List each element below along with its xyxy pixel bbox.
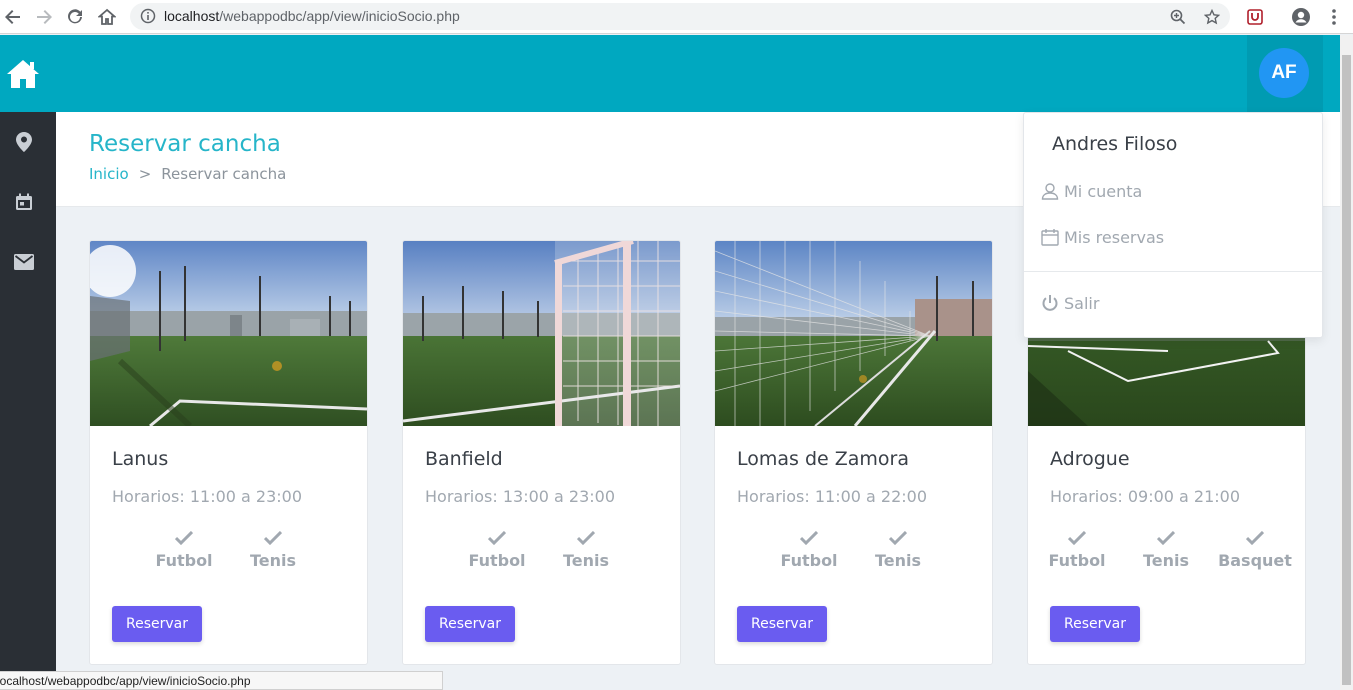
sports-list: Futbol Tenis xyxy=(90,531,367,581)
sports-list: Futbol Tenis xyxy=(403,531,680,581)
court-photo xyxy=(715,241,992,426)
app-header: AF xyxy=(0,35,1340,112)
sport-label: Tenis xyxy=(562,551,610,570)
sport-label: Tenis xyxy=(874,551,922,570)
extension-icon[interactable] xyxy=(1244,6,1266,28)
home-icon[interactable] xyxy=(6,59,40,89)
court-card: Banfield Horarios: 13:00 a 23:00 Futbol … xyxy=(402,240,681,665)
status-url: localhost/webappodbc/app/view/inicioSoci… xyxy=(0,674,251,688)
menu-item-label: Mi cuenta xyxy=(1064,181,1143,201)
url-text: localhost/webappodbc/app/view/inicioSoci… xyxy=(164,8,460,24)
status-bar: localhost/webappodbc/app/view/inicioSoci… xyxy=(0,671,443,690)
sport-label: Basquet xyxy=(1218,551,1292,570)
scrollbar-thumb[interactable] xyxy=(1342,55,1351,685)
map-pin-icon[interactable] xyxy=(12,130,36,154)
court-hours: Horarios: 11:00 a 23:00 xyxy=(112,487,303,506)
check-icon xyxy=(800,531,818,545)
user-icon xyxy=(1040,181,1060,201)
sport-item: Futbol xyxy=(1037,531,1117,570)
menu-item-mi-cuenta[interactable]: Mi cuenta xyxy=(1040,181,1142,201)
sport-label: Futbol xyxy=(155,551,213,570)
zoom-icon[interactable] xyxy=(1170,9,1186,29)
calendar-icon[interactable] xyxy=(12,190,36,214)
breadcrumb-current: Reservar cancha xyxy=(161,165,287,183)
court-hours: Horarios: 11:00 a 22:00 xyxy=(737,487,928,506)
power-icon xyxy=(1040,293,1060,313)
sidebar xyxy=(0,112,56,690)
avatar[interactable]: AF xyxy=(1259,48,1309,98)
check-icon xyxy=(1246,531,1264,545)
sports-list: Futbol Tenis xyxy=(715,531,992,581)
back-icon[interactable] xyxy=(2,6,24,28)
sport-item: Tenis xyxy=(858,531,938,570)
bookmark-star-icon[interactable] xyxy=(1203,8,1221,29)
court-hours: Horarios: 13:00 a 23:00 xyxy=(425,487,616,506)
user-menu-toggle[interactable]: AF xyxy=(1247,35,1323,112)
check-icon xyxy=(1157,531,1175,545)
court-photo xyxy=(403,241,680,426)
sport-label: Futbol xyxy=(780,551,838,570)
court-hours: Horarios: 09:00 a 21:00 xyxy=(1050,487,1241,506)
sport-item: Basquet xyxy=(1215,531,1295,570)
court-card: Lomas de Zamora Horarios: 11:00 a 22:00 … xyxy=(714,240,993,665)
reload-icon[interactable] xyxy=(64,6,86,28)
user-name: Andres Filoso xyxy=(1052,133,1178,155)
court-name: Adrogue xyxy=(1050,448,1130,470)
reserve-button[interactable]: Reservar xyxy=(112,606,202,642)
reserve-button[interactable]: Reservar xyxy=(1050,606,1140,642)
reserve-button[interactable]: Reservar xyxy=(425,606,515,642)
sport-item: Futbol xyxy=(457,531,537,570)
sport-label: Futbol xyxy=(468,551,526,570)
sport-label: Tenis xyxy=(1142,551,1190,570)
forward-icon[interactable] xyxy=(33,6,55,28)
menu-item-label: Salir xyxy=(1064,293,1100,313)
address-bar[interactable]: localhost/webappodbc/app/view/inicioSoci… xyxy=(130,3,1230,30)
site-info-icon[interactable] xyxy=(140,8,156,28)
url-path: /webappodbc/app/view/inicioSocio.php xyxy=(219,8,460,24)
reserve-button[interactable]: Reservar xyxy=(737,606,827,642)
menu-item-mis-reservas[interactable]: Mis reservas xyxy=(1040,227,1164,247)
browser-toolbar: localhost/webappodbc/app/view/inicioSoci… xyxy=(0,0,1353,34)
sport-item: Tenis xyxy=(233,531,313,570)
sport-label: Futbol xyxy=(1048,551,1106,570)
breadcrumb-home-link[interactable]: Inicio xyxy=(89,165,129,183)
menu-kebab-icon[interactable] xyxy=(1323,6,1345,28)
court-card: Lanus Horarios: 11:00 a 23:00 Futbol Ten… xyxy=(89,240,368,665)
sport-label: Tenis xyxy=(249,551,297,570)
check-icon xyxy=(488,531,506,545)
sport-item: Tenis xyxy=(1126,531,1206,570)
calendar-icon xyxy=(1040,227,1060,247)
check-icon xyxy=(1068,531,1086,545)
court-name: Lanus xyxy=(112,448,169,470)
url-host: localhost xyxy=(164,8,220,24)
mail-icon[interactable] xyxy=(12,250,36,274)
sport-item: Futbol xyxy=(144,531,224,570)
menu-item-salir[interactable]: Salir xyxy=(1040,293,1099,313)
menu-item-label: Mis reservas xyxy=(1064,227,1165,247)
menu-divider xyxy=(1024,271,1322,272)
check-icon xyxy=(175,531,193,545)
page-scrollbar[interactable] xyxy=(1340,35,1353,690)
profile-icon[interactable] xyxy=(1290,6,1312,28)
sports-list: Futbol Tenis Basquet xyxy=(1028,531,1305,581)
court-name: Banfield xyxy=(425,448,503,470)
check-icon xyxy=(577,531,595,545)
user-dropdown-menu: Andres Filoso Mi cuenta Mis reservas Sal… xyxy=(1023,112,1323,338)
sport-item: Futbol xyxy=(769,531,849,570)
check-icon xyxy=(264,531,282,545)
breadcrumb: Inicio > Reservar cancha xyxy=(89,165,286,183)
court-name: Lomas de Zamora xyxy=(737,448,910,470)
court-photo xyxy=(90,241,367,426)
breadcrumb-separator: > xyxy=(138,165,152,183)
sport-item: Tenis xyxy=(546,531,626,570)
page-title: Reservar cancha xyxy=(89,131,281,157)
check-icon xyxy=(889,531,907,545)
home-page-icon[interactable] xyxy=(96,6,118,28)
